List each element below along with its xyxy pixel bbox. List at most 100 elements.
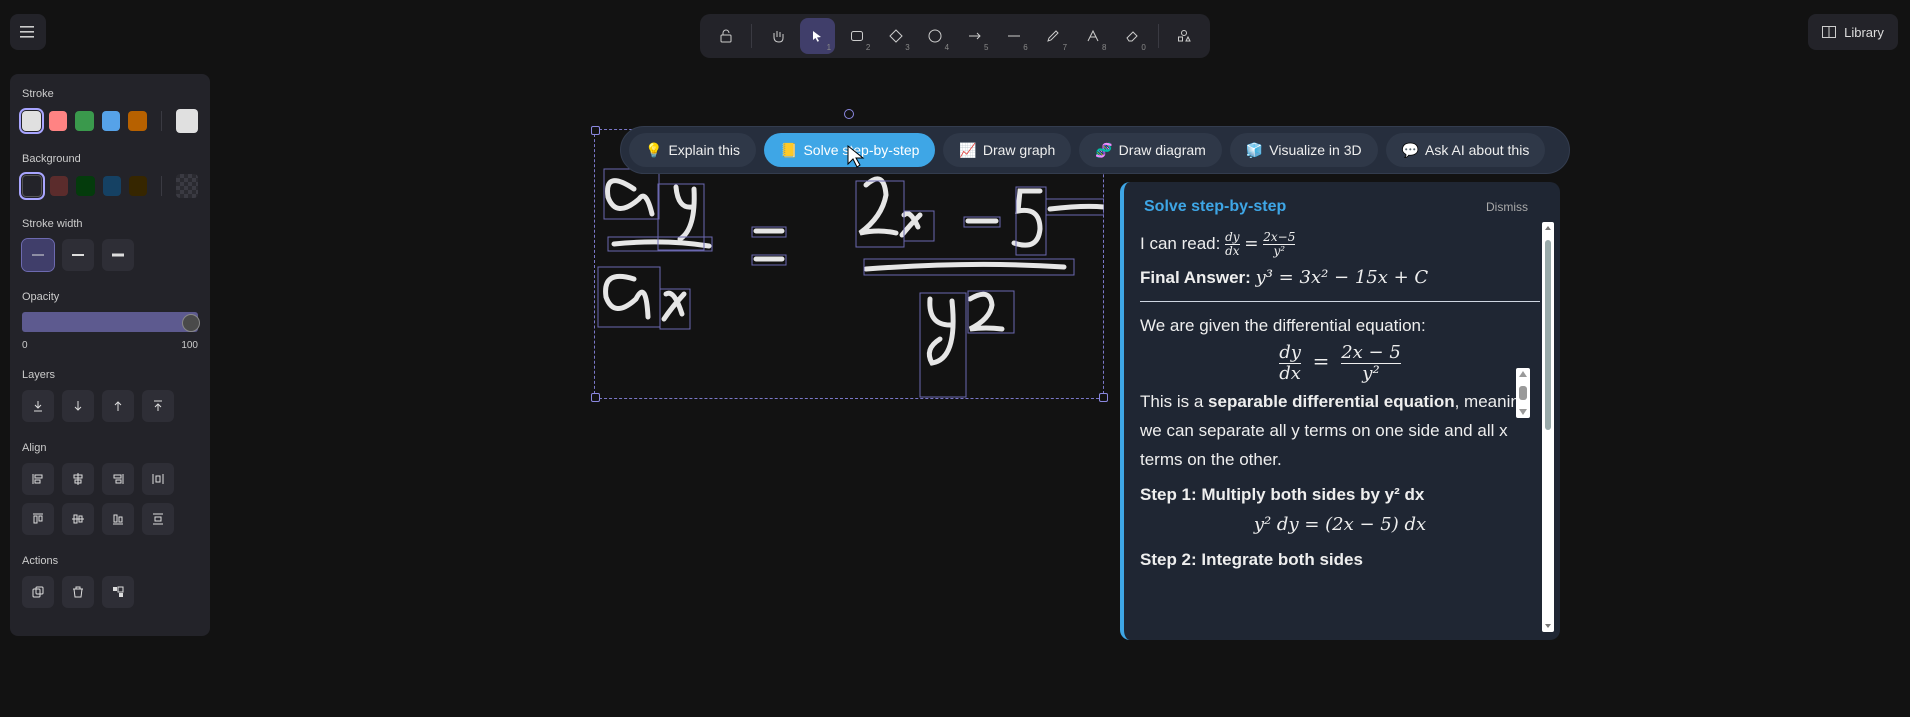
equation-scrollbar[interactable] (1516, 368, 1530, 418)
step-2-heading: Step 2: Integrate both sides (1140, 550, 1363, 570)
opacity-min-label: 0 (22, 340, 28, 351)
tool-shortcut: 6 (1023, 43, 1028, 52)
align-right-button[interactable] (102, 463, 134, 495)
eraser-icon (1126, 31, 1138, 42)
explain-this-label: Explain this (668, 142, 741, 158)
scroll-arrows-icon (1519, 371, 1527, 415)
library-label: Library (1844, 24, 1884, 40)
distribute-horizontal-button[interactable] (142, 463, 174, 495)
opacity-slider[interactable] (22, 312, 200, 332)
draw-diagram-label: Draw diagram (1118, 142, 1206, 158)
ask-ai-button[interactable]: 💬 Ask AI about this (1385, 133, 1546, 167)
stroke-label: Stroke (22, 88, 54, 100)
background-color-swatch[interactable] (128, 176, 148, 196)
recognized-equation: I can read: dy dx = 2x−5 y² (1140, 229, 1296, 259)
opacity-slider-thumb[interactable] (182, 314, 200, 332)
tool-shortcut: 0 (1141, 43, 1146, 52)
rectangle-icon (850, 31, 863, 41)
pencil-icon (1047, 30, 1060, 42)
lock-icon (720, 29, 732, 43)
stroke-color-swatch[interactable] (101, 111, 121, 131)
explain-this-button[interactable]: 💡 Explain this (629, 133, 757, 167)
shapes-library-tool[interactable] (1167, 18, 1202, 54)
stroke-width-bold-button[interactable] (62, 239, 94, 271)
select-tool[interactable]: 1 (799, 18, 836, 54)
stroke-color-swatch[interactable] (75, 111, 94, 131)
align-bottom-button[interactable] (102, 503, 134, 535)
rhs-fraction: 2x−5 y² (1263, 229, 1296, 259)
main-menu-button[interactable] (10, 14, 46, 50)
given-text: We are given the differential equation: (1140, 316, 1426, 336)
scroll-down-icon[interactable] (1544, 622, 1552, 630)
i-can-read-label: I can read: (1140, 234, 1221, 253)
pencil-tool[interactable]: 7 (1036, 18, 1071, 54)
delete-button[interactable] (62, 576, 94, 608)
arrow-up-icon (114, 401, 122, 411)
library-button[interactable]: Library (1808, 14, 1898, 50)
diamond-tool[interactable]: 3 (878, 18, 913, 54)
rectangle-tool[interactable]: 2 (839, 18, 874, 54)
background-color-swatch[interactable] (102, 176, 121, 196)
align-center-icon (73, 473, 83, 485)
align-row-2 (22, 503, 198, 535)
tool-shortcut: 1 (826, 43, 832, 52)
chart-icon: 📈 (959, 141, 977, 158)
panel-scrollbar[interactable] (1542, 222, 1554, 632)
rotate-handle[interactable] (844, 109, 854, 119)
separable-bold-text: separable differential equation (1208, 391, 1455, 411)
bring-to-front-button[interactable] (142, 390, 174, 422)
tool-shortcut: 4 (944, 43, 950, 52)
draw-diagram-button[interactable]: 🧬 Draw diagram (1079, 133, 1222, 167)
bring-forward-button[interactable] (102, 390, 134, 422)
stroke-color-swatch[interactable] (19, 108, 44, 134)
opacity-max-label: 100 (181, 340, 198, 351)
align-row-1 (22, 463, 198, 495)
align-left-button[interactable] (22, 463, 54, 495)
background-color-swatch[interactable] (50, 176, 69, 196)
solve-panel-title: Solve step-by-step (1144, 198, 1287, 215)
stroke-width-thin-button[interactable] (21, 238, 55, 272)
stroke-color-swatch[interactable] (128, 111, 147, 131)
visualize-3d-button[interactable]: 🧊 Visualize in 3D (1229, 133, 1378, 167)
notebook-icon: 📒 (780, 141, 798, 158)
ai-action-bar: 💡 Explain this 📒 Solve step-by-step 📈 Draw … (620, 126, 1570, 174)
align-center-vertical-button[interactable] (62, 503, 94, 535)
send-backward-button[interactable] (62, 390, 94, 422)
separable-explanation: This is a separable differential equatio… (1140, 391, 1530, 469)
mouse-cursor-icon (847, 144, 865, 168)
ellipse-tool[interactable]: 4 (918, 18, 953, 54)
tool-shortcut: 7 (1062, 43, 1068, 52)
background-label: Background (22, 153, 81, 165)
stroke-width-extra-bold-button[interactable] (102, 239, 134, 271)
text-icon (1087, 29, 1099, 42)
line-tool[interactable]: 6 (996, 18, 1031, 54)
eraser-tool[interactable]: 0 (1114, 18, 1149, 54)
stroke-color-picker[interactable] (175, 109, 198, 133)
scroll-up-icon[interactable] (1544, 224, 1552, 232)
hand-tool[interactable] (760, 18, 795, 54)
distribute-horizontal-icon (152, 474, 164, 484)
distribute-vertical-icon (153, 513, 163, 525)
arrow-tool[interactable]: 5 (957, 18, 992, 54)
opacity-range-labels: 0 100 (22, 340, 198, 351)
align-top-button[interactable] (22, 503, 54, 535)
send-to-back-button[interactable] (22, 390, 54, 422)
background-transparent-picker[interactable] (176, 174, 198, 198)
align-center-horizontal-button[interactable] (62, 463, 94, 495)
link-button[interactable] (102, 576, 134, 608)
opacity-label: Opacity (22, 291, 60, 303)
duplicate-button[interactable] (22, 576, 54, 608)
final-answer-equation: y³ = 3x² − 15x + C (1255, 266, 1429, 288)
distribute-vertical-button[interactable] (142, 503, 174, 535)
background-color-swatch[interactable] (18, 172, 46, 200)
stroke-color-swatch[interactable] (48, 111, 68, 131)
background-color-swatch[interactable] (76, 176, 95, 196)
dismiss-button[interactable]: Dismiss (1486, 200, 1528, 214)
text-tool[interactable]: 8 (1075, 18, 1110, 54)
pointer-icon (813, 31, 822, 42)
lightbulb-icon: 💡 (645, 141, 663, 158)
draw-graph-button[interactable]: 📈 Draw graph (943, 133, 1072, 167)
lock-tool[interactable] (708, 18, 743, 54)
panel-scroll-thumb[interactable] (1545, 240, 1551, 430)
send-to-back-icon (34, 401, 42, 412)
